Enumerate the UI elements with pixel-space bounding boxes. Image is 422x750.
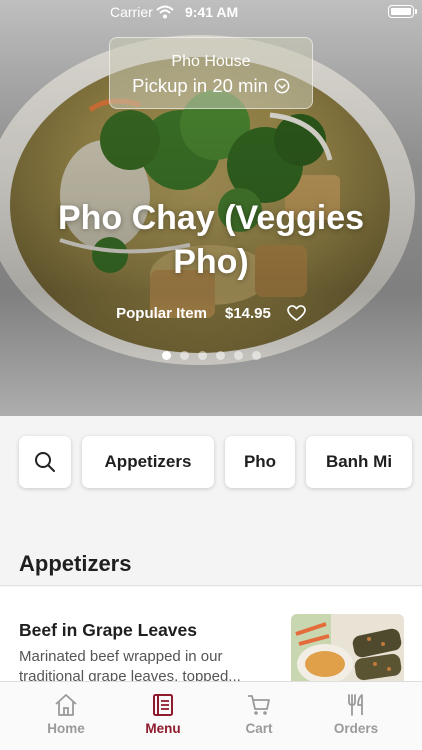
menu-item-photo <box>291 614 404 686</box>
menu-item-name: Beef in Grape Leaves <box>19 620 197 640</box>
cart-icon <box>248 695 270 715</box>
featured-item-meta: Popular Item $14.95 <box>0 305 422 322</box>
tab-cart[interactable]: Cart <box>211 682 307 750</box>
featured-item-title: Pho Chay (Veggies Pho) <box>57 199 365 281</box>
section-header: Appetizers <box>0 538 422 586</box>
fork-knife-icon <box>348 694 363 716</box>
carrier-label: Carrier <box>110 4 153 20</box>
pickup-time: Pickup in 20 min <box>132 75 268 96</box>
carousel-dot[interactable] <box>233 351 243 360</box>
carousel-dot[interactable] <box>215 351 225 360</box>
featured-item-price: $14.95 <box>224 305 271 322</box>
carousel-dot[interactable] <box>161 351 171 360</box>
carousel-dot[interactable] <box>197 351 207 360</box>
wifi-icon <box>156 5 174 19</box>
tab-menu[interactable]: Menu <box>115 682 211 750</box>
pickup-selector[interactable]: Pho House Pickup in 20 min <box>109 37 313 109</box>
carousel-pagination[interactable] <box>0 351 422 360</box>
chevron-down-circle-icon <box>274 78 290 94</box>
category-banh-mi[interactable]: Banh Mi <box>306 436 412 488</box>
tab-menu-label: Menu <box>145 721 181 736</box>
status-bar: Carrier 9:41 AM <box>0 0 422 24</box>
battery-icon <box>388 5 417 18</box>
pickup-row: Pickup in 20 min <box>110 75 312 97</box>
hero-banner[interactable]: Carrier 9:41 AM Pho House Pickup in 20 m… <box>0 0 422 416</box>
search-button[interactable] <box>19 436 71 488</box>
menu-item-card[interactable]: Beef in Grape Leaves Marinated beef wrap… <box>0 587 422 687</box>
tab-home-label: Home <box>47 721 85 736</box>
home-icon <box>55 694 77 716</box>
category-bar: Appetizers Pho Banh Mi <box>0 416 422 508</box>
carousel-dot[interactable] <box>179 351 189 360</box>
category-pho[interactable]: Pho <box>225 436 295 488</box>
search-icon <box>35 452 55 472</box>
clock-time: 9:41 AM <box>185 4 239 20</box>
tab-cart-label: Cart <box>245 721 273 736</box>
heart-icon[interactable] <box>287 305 306 322</box>
category-appetizers[interactable]: Appetizers <box>82 436 214 488</box>
popular-badge: Popular Item <box>116 305 207 322</box>
tab-bar: Home Menu Cart Orders <box>0 681 422 750</box>
tab-orders-label: Orders <box>333 721 379 736</box>
section-title: Appetizers <box>19 551 132 576</box>
tab-orders[interactable]: Orders <box>308 682 404 750</box>
carousel-dot[interactable] <box>251 351 261 360</box>
menu-book-icon <box>153 694 173 716</box>
store-name: Pho House <box>171 53 251 70</box>
tab-home[interactable]: Home <box>18 682 114 750</box>
